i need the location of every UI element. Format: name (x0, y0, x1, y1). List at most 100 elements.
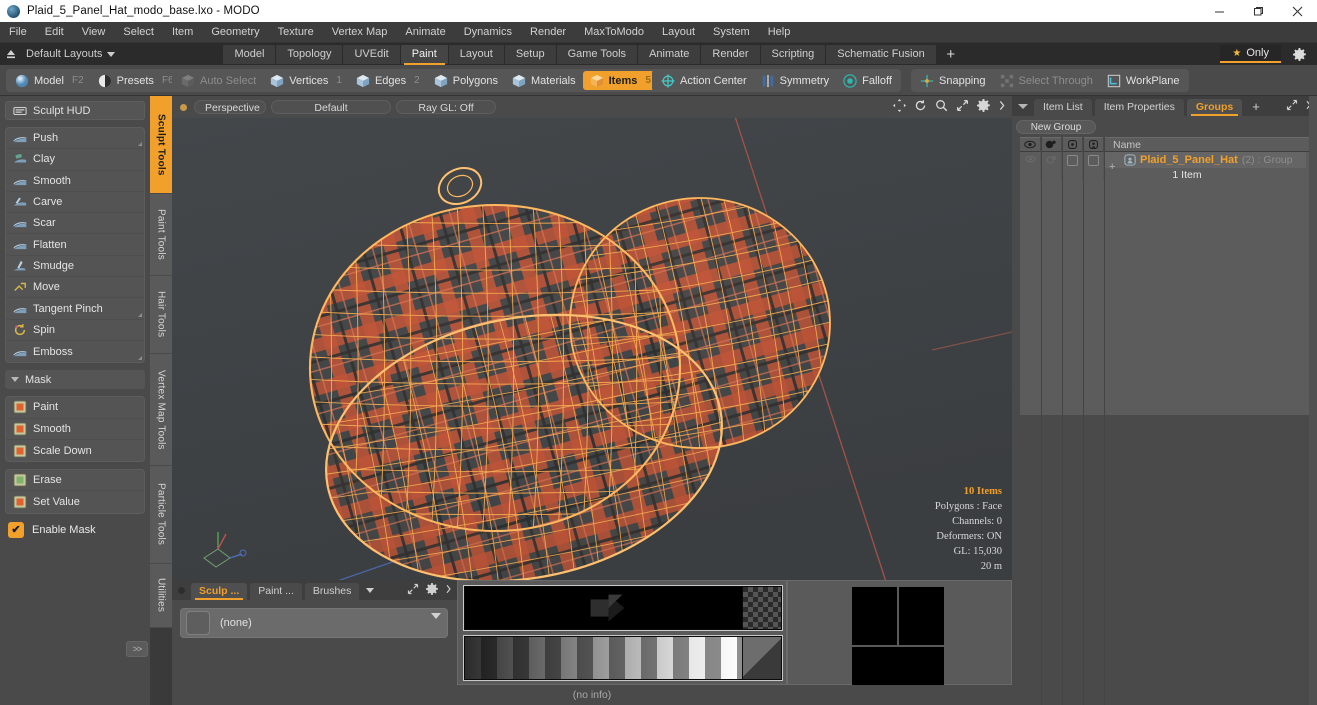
sculpt-tool-clay[interactable]: Clay (6, 149, 144, 171)
brush-tab-2[interactable]: Brushes (304, 583, 360, 600)
group-list[interactable]: + Plaid_5_Panel_Hat (2) : Group 1 Item (1020, 152, 1310, 416)
pan-icon[interactable] (893, 99, 906, 112)
zoom-icon[interactable] (935, 99, 948, 112)
sculpt-hud-button[interactable]: Sculpt HUD (5, 101, 145, 120)
sculpt-tool-smooth[interactable]: Smooth (6, 171, 144, 192)
mode-button-vertices[interactable]: Vertices 1 (263, 71, 349, 90)
panel-menu-icon[interactable] (1018, 103, 1028, 109)
menu-item-vertex-map[interactable]: Vertex Map (323, 22, 397, 43)
menu-item-select[interactable]: Select (114, 22, 163, 43)
preview-tile-1[interactable] (852, 587, 897, 645)
brush-tab-1[interactable]: Paint ... (250, 583, 302, 600)
vertical-tab-hair-tools[interactable]: Hair Tools (150, 276, 172, 354)
sculpt-tool-scar[interactable]: Scar (6, 213, 144, 235)
render-visibility-icon[interactable] (1046, 155, 1057, 165)
row-expander[interactable]: + (1109, 161, 1115, 173)
toggle-box-icon[interactable] (1087, 155, 1099, 166)
mode-button-presets[interactable]: Presets F6 (91, 71, 181, 90)
layout-tab-game-tools[interactable]: Game Tools (556, 44, 638, 64)
layout-tab-paint[interactable]: Paint (400, 44, 448, 65)
row-render-toggle[interactable] (1041, 152, 1062, 181)
enable-mask-row[interactable]: ✔ Enable Mask (8, 520, 145, 540)
mode-button-falloff[interactable]: Falloff (836, 71, 899, 90)
viewport-projection-dropdown[interactable]: Perspective (194, 100, 266, 114)
mask-tool-paint[interactable]: Paint (6, 397, 144, 419)
menu-item-dynamics[interactable]: Dynamics (455, 22, 521, 43)
vertical-tab-utilities[interactable]: Utilities (150, 564, 172, 628)
gradient-swatch[interactable] (743, 637, 781, 679)
panel-tab-item-list[interactable]: Item List (1034, 99, 1092, 116)
table-row[interactable]: + Plaid_5_Panel_Hat (2) : Group 1 Item (1020, 152, 1310, 181)
mode-button-polygons[interactable]: Polygons (427, 71, 505, 90)
vertical-tab-particle-tools[interactable]: Particle Tools (150, 466, 172, 564)
toggle-box-icon[interactable] (1066, 155, 1078, 166)
brush-tab-0[interactable]: Sculp ... (191, 583, 248, 600)
lock-icon[interactable] (1062, 137, 1083, 152)
layout-tab-scripting[interactable]: Scripting (760, 44, 826, 64)
selectable-icon[interactable] (1083, 137, 1104, 152)
menu-item-help[interactable]: Help (759, 22, 800, 43)
layout-tab-animate[interactable]: Animate (638, 44, 701, 64)
menu-item-file[interactable]: File (0, 22, 36, 43)
settings-gear-icon[interactable] (1287, 45, 1311, 63)
mask-tool-erase[interactable]: Erase (6, 470, 144, 492)
mask-section-header[interactable]: Mask (5, 370, 145, 390)
row-lock-toggle[interactable] (1062, 152, 1083, 181)
menu-item-view[interactable]: View (73, 22, 115, 43)
viewport-canvas[interactable]: 10 Items Polygons : Face Channels: 0 Def… (172, 118, 1012, 580)
right-panel-scrollbar[interactable] (1309, 96, 1317, 705)
layout-tab-schematic-fusion[interactable]: Schematic Fusion (826, 44, 936, 64)
rotate-icon[interactable] (914, 99, 927, 112)
mode-button-workplane[interactable]: WorkPlane (1100, 71, 1187, 90)
viewport-raygl-dropdown[interactable]: Ray GL: Off (396, 100, 496, 114)
menu-item-geometry[interactable]: Geometry (202, 22, 268, 43)
sculpt-tool-tangent-pinch[interactable]: Tangent Pinch (6, 298, 144, 320)
sculpt-tool-smudge[interactable]: Smudge (6, 256, 144, 278)
chevron-right-icon[interactable] (998, 99, 1006, 112)
brush-selector[interactable]: (none) (180, 608, 448, 638)
eye-icon[interactable] (1020, 137, 1041, 152)
vertical-tab-vertex-map-tools[interactable]: Vertex Map Tools (150, 354, 172, 466)
layout-tab-render[interactable]: Render (701, 44, 760, 64)
layout-up-icon[interactable] (0, 43, 22, 65)
gear-icon[interactable] (426, 583, 438, 595)
chevron-down-icon[interactable] (366, 587, 375, 593)
fit-view-icon[interactable] (956, 99, 969, 112)
mode-button-select-through[interactable]: Select Through (993, 71, 1100, 90)
brush-falloff-preview[interactable] (463, 585, 783, 631)
only-toggle[interactable]: ★ Only (1220, 45, 1281, 63)
preview-tile-3[interactable] (852, 647, 944, 687)
chevron-right-icon[interactable] (445, 583, 452, 595)
row-select-toggle[interactable] (1083, 152, 1104, 181)
viewport-menu-dot-icon[interactable] (180, 103, 187, 111)
menu-item-edit[interactable]: Edit (36, 22, 73, 43)
mode-button-model[interactable]: Model F2 (8, 71, 91, 90)
layout-tab-layout[interactable]: Layout (448, 44, 504, 64)
mode-button-symmetry[interactable]: Symmetry (754, 71, 837, 90)
brush-swatch[interactable] (186, 611, 210, 635)
mode-button-snapping[interactable]: Snapping (913, 71, 993, 90)
add-layout-button[interactable]: + (937, 45, 965, 64)
menu-item-system[interactable]: System (704, 22, 759, 43)
layout-tab-model[interactable]: Model (223, 44, 276, 64)
mask-tool-smooth[interactable]: Smooth (6, 419, 144, 440)
mode-button-items[interactable]: Items 5 (582, 71, 658, 90)
sculpt-tool-move[interactable]: Move (6, 277, 144, 299)
menu-item-texture[interactable]: Texture (269, 22, 323, 43)
menu-item-layout[interactable]: Layout (653, 22, 704, 43)
row-visibility-toggle[interactable] (1020, 152, 1041, 181)
menu-item-maxtomodo[interactable]: MaxToModo (575, 22, 653, 43)
mask-tool-set-value[interactable]: Set Value (6, 491, 144, 512)
menu-item-item[interactable]: Item (163, 22, 202, 43)
mode-button-materials[interactable]: Materials (505, 71, 583, 90)
add-tab-button[interactable]: + (1245, 99, 1267, 114)
sculpt-tool-spin[interactable]: Spin (6, 320, 144, 341)
chevron-down-icon[interactable] (431, 613, 441, 619)
new-group-button[interactable]: New Group (1016, 120, 1096, 134)
layout-tab-uvedit[interactable]: UVEdit (343, 44, 400, 64)
layout-tab-topology[interactable]: Topology (276, 44, 343, 64)
close-button[interactable] (1278, 0, 1317, 22)
render-visibility-icon[interactable] (1041, 137, 1062, 152)
vertical-tab-sculpt-tools[interactable]: Sculpt Tools (150, 96, 172, 194)
layout-tab-setup[interactable]: Setup (504, 44, 556, 64)
